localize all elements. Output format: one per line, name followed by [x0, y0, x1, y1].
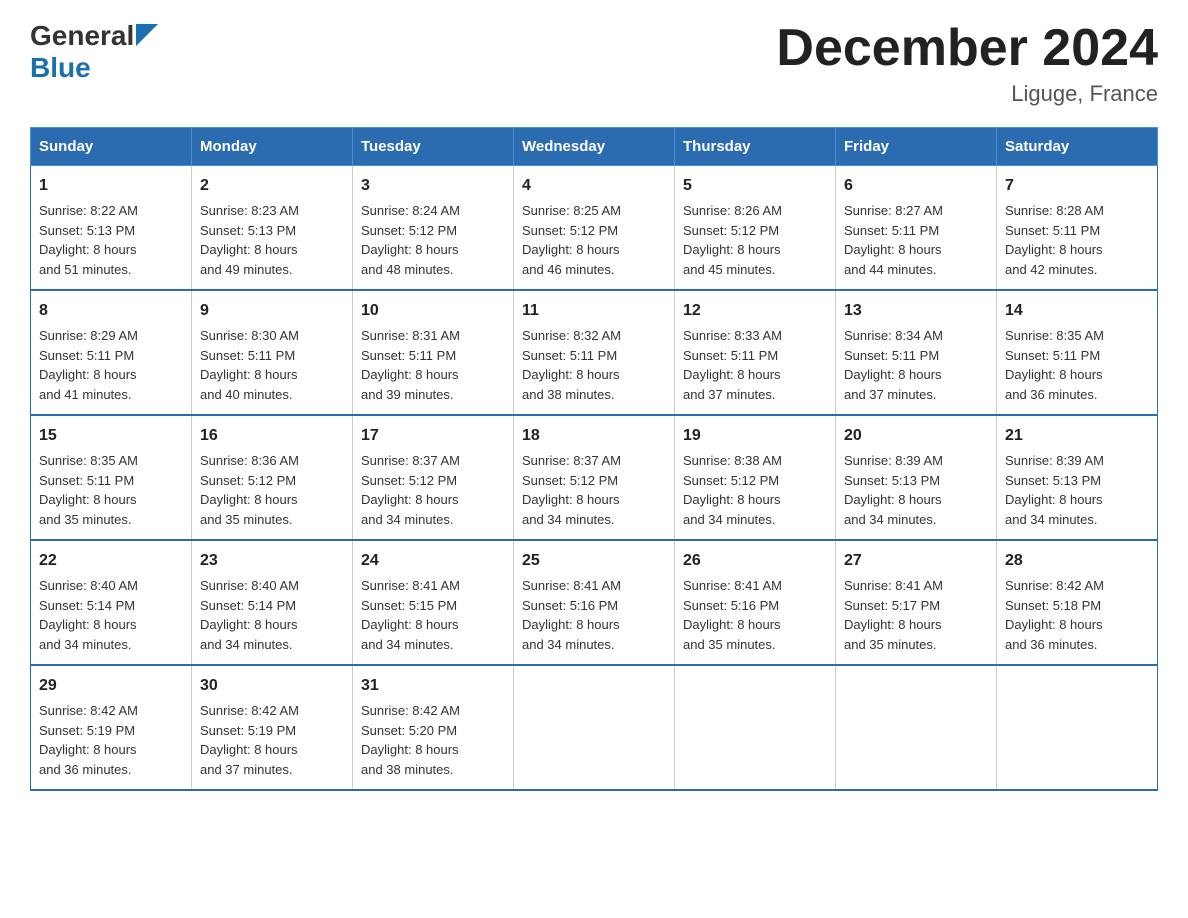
calendar-cell: 4Sunrise: 8:25 AMSunset: 5:12 PMDaylight… [514, 166, 675, 291]
calendar-table: Sunday Monday Tuesday Wednesday Thursday… [30, 127, 1158, 791]
calendar-cell: 3Sunrise: 8:24 AMSunset: 5:12 PMDaylight… [353, 166, 514, 291]
calendar-cell: 28Sunrise: 8:42 AMSunset: 5:18 PMDayligh… [997, 540, 1158, 665]
calendar-cell [997, 665, 1158, 790]
day-number: 19 [683, 424, 827, 448]
calendar-week-row: 8Sunrise: 8:29 AMSunset: 5:11 PMDaylight… [31, 290, 1158, 415]
header-row: Sunday Monday Tuesday Wednesday Thursday… [31, 128, 1158, 166]
day-number: 4 [522, 174, 666, 198]
calendar-cell: 26Sunrise: 8:41 AMSunset: 5:16 PMDayligh… [675, 540, 836, 665]
calendar-week-row: 22Sunrise: 8:40 AMSunset: 5:14 PMDayligh… [31, 540, 1158, 665]
calendar-cell: 29Sunrise: 8:42 AMSunset: 5:19 PMDayligh… [31, 665, 192, 790]
calendar-cell: 20Sunrise: 8:39 AMSunset: 5:13 PMDayligh… [836, 415, 997, 540]
day-number: 12 [683, 299, 827, 323]
calendar-week-row: 15Sunrise: 8:35 AMSunset: 5:11 PMDayligh… [31, 415, 1158, 540]
calendar-cell: 12Sunrise: 8:33 AMSunset: 5:11 PMDayligh… [675, 290, 836, 415]
day-number: 24 [361, 549, 505, 573]
calendar-cell [675, 665, 836, 790]
day-number: 23 [200, 549, 344, 573]
day-number: 1 [39, 174, 183, 198]
page-header: General Blue December 2024 Liguge, Franc… [30, 20, 1158, 107]
day-number: 5 [683, 174, 827, 198]
calendar-cell: 22Sunrise: 8:40 AMSunset: 5:14 PMDayligh… [31, 540, 192, 665]
logo-triangle-icon [136, 24, 158, 46]
col-wednesday: Wednesday [514, 128, 675, 166]
calendar-cell: 14Sunrise: 8:35 AMSunset: 5:11 PMDayligh… [997, 290, 1158, 415]
calendar-cell [836, 665, 997, 790]
calendar-cell [514, 665, 675, 790]
calendar-cell: 31Sunrise: 8:42 AMSunset: 5:20 PMDayligh… [353, 665, 514, 790]
day-number: 31 [361, 674, 505, 698]
calendar-cell: 17Sunrise: 8:37 AMSunset: 5:12 PMDayligh… [353, 415, 514, 540]
col-saturday: Saturday [997, 128, 1158, 166]
day-number: 18 [522, 424, 666, 448]
logo-general-text: General [30, 20, 134, 52]
day-number: 16 [200, 424, 344, 448]
calendar-week-row: 29Sunrise: 8:42 AMSunset: 5:19 PMDayligh… [31, 665, 1158, 790]
calendar-cell: 5Sunrise: 8:26 AMSunset: 5:12 PMDaylight… [675, 166, 836, 291]
day-number: 22 [39, 549, 183, 573]
day-number: 2 [200, 174, 344, 198]
day-number: 7 [1005, 174, 1149, 198]
col-tuesday: Tuesday [353, 128, 514, 166]
day-number: 8 [39, 299, 183, 323]
day-number: 28 [1005, 549, 1149, 573]
calendar-cell: 16Sunrise: 8:36 AMSunset: 5:12 PMDayligh… [192, 415, 353, 540]
day-number: 29 [39, 674, 183, 698]
logo-blue-text: Blue [30, 54, 91, 82]
day-number: 25 [522, 549, 666, 573]
day-number: 15 [39, 424, 183, 448]
calendar-cell: 6Sunrise: 8:27 AMSunset: 5:11 PMDaylight… [836, 166, 997, 291]
calendar-body: 1Sunrise: 8:22 AMSunset: 5:13 PMDaylight… [31, 166, 1158, 791]
page-subtitle: Liguge, France [776, 81, 1158, 107]
col-sunday: Sunday [31, 128, 192, 166]
calendar-cell: 30Sunrise: 8:42 AMSunset: 5:19 PMDayligh… [192, 665, 353, 790]
calendar-header: Sunday Monday Tuesday Wednesday Thursday… [31, 128, 1158, 166]
calendar-cell: 13Sunrise: 8:34 AMSunset: 5:11 PMDayligh… [836, 290, 997, 415]
calendar-cell: 18Sunrise: 8:37 AMSunset: 5:12 PMDayligh… [514, 415, 675, 540]
day-number: 20 [844, 424, 988, 448]
col-thursday: Thursday [675, 128, 836, 166]
page-title: December 2024 [776, 20, 1158, 77]
calendar-cell: 25Sunrise: 8:41 AMSunset: 5:16 PMDayligh… [514, 540, 675, 665]
calendar-cell: 1Sunrise: 8:22 AMSunset: 5:13 PMDaylight… [31, 166, 192, 291]
calendar-cell: 23Sunrise: 8:40 AMSunset: 5:14 PMDayligh… [192, 540, 353, 665]
calendar-cell: 27Sunrise: 8:41 AMSunset: 5:17 PMDayligh… [836, 540, 997, 665]
logo: General Blue [30, 20, 158, 82]
calendar-cell: 15Sunrise: 8:35 AMSunset: 5:11 PMDayligh… [31, 415, 192, 540]
calendar-cell: 24Sunrise: 8:41 AMSunset: 5:15 PMDayligh… [353, 540, 514, 665]
day-number: 11 [522, 299, 666, 323]
calendar-cell: 7Sunrise: 8:28 AMSunset: 5:11 PMDaylight… [997, 166, 1158, 291]
day-number: 17 [361, 424, 505, 448]
calendar-cell: 21Sunrise: 8:39 AMSunset: 5:13 PMDayligh… [997, 415, 1158, 540]
day-number: 9 [200, 299, 344, 323]
calendar-cell: 10Sunrise: 8:31 AMSunset: 5:11 PMDayligh… [353, 290, 514, 415]
day-number: 10 [361, 299, 505, 323]
day-number: 26 [683, 549, 827, 573]
day-number: 30 [200, 674, 344, 698]
title-area: December 2024 Liguge, France [776, 20, 1158, 107]
col-monday: Monday [192, 128, 353, 166]
col-friday: Friday [836, 128, 997, 166]
calendar-cell: 2Sunrise: 8:23 AMSunset: 5:13 PMDaylight… [192, 166, 353, 291]
calendar-cell: 8Sunrise: 8:29 AMSunset: 5:11 PMDaylight… [31, 290, 192, 415]
day-number: 6 [844, 174, 988, 198]
day-number: 13 [844, 299, 988, 323]
day-number: 14 [1005, 299, 1149, 323]
day-number: 27 [844, 549, 988, 573]
calendar-cell: 9Sunrise: 8:30 AMSunset: 5:11 PMDaylight… [192, 290, 353, 415]
calendar-week-row: 1Sunrise: 8:22 AMSunset: 5:13 PMDaylight… [31, 166, 1158, 291]
day-number: 21 [1005, 424, 1149, 448]
calendar-cell: 19Sunrise: 8:38 AMSunset: 5:12 PMDayligh… [675, 415, 836, 540]
day-number: 3 [361, 174, 505, 198]
calendar-cell: 11Sunrise: 8:32 AMSunset: 5:11 PMDayligh… [514, 290, 675, 415]
